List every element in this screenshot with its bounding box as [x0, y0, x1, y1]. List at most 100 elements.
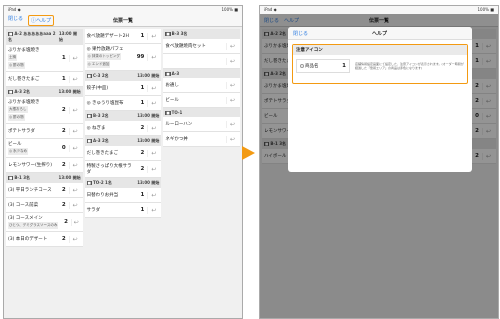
- item-name: お通し: [165, 83, 179, 88]
- undo-icon[interactable]: ↩: [147, 53, 159, 61]
- order-item[interactable]: お通し ↩: [163, 78, 241, 93]
- item-name-wrap: ◎ ねぎま: [87, 125, 133, 131]
- table-label-wrap: ■ A-3 2名: [86, 138, 109, 144]
- undo-icon[interactable]: ↩: [68, 186, 81, 194]
- status-bar: iPad ◆ 100% ■: [4, 6, 242, 14]
- order-item[interactable]: ◎ きゅうり塩昆布 1 ↩: [84, 96, 162, 111]
- help-button[interactable]: ⓘヘルプ: [28, 14, 55, 26]
- undo-icon[interactable]: ↩: [68, 75, 81, 83]
- order-item[interactable]: 日替わりお弁当 1 ↩: [84, 188, 162, 203]
- undo-icon[interactable]: ↩: [147, 32, 159, 40]
- undo-icon[interactable]: ↩: [226, 57, 238, 65]
- undo-icon[interactable]: ↩: [147, 191, 159, 199]
- order-item[interactable]: だし巻きたまご 2 ↩: [84, 146, 162, 161]
- item-qty: 0: [61, 145, 66, 151]
- status-left-right: iPad ◆: [264, 7, 277, 12]
- item-qty: 1: [140, 192, 145, 198]
- order-item[interactable]: ビール ◎ 氷少なめ 0 ↩: [6, 139, 83, 158]
- order-item[interactable]: (3) コースメイン ひとつ、デミグラスソースのみ 2 ↩: [6, 213, 83, 232]
- undo-icon[interactable]: ↩: [226, 120, 238, 128]
- start-time: 13:00 開始: [137, 73, 160, 78]
- order-item[interactable]: ◎ 果竹放題パフェ ◎ 抹茶のトッピング ◎ エンド追加 99 ↩: [84, 44, 162, 71]
- item-name-wrap: ルーローハン: [165, 121, 211, 127]
- item-qty: 1: [61, 55, 66, 61]
- undo-icon[interactable]: ↩: [68, 235, 81, 243]
- item-name-wrap: 食べ放題焼肉セット: [165, 43, 211, 49]
- item-name-wrap: 食べ放題デザート2H: [87, 33, 133, 39]
- order-item[interactable]: レモンサワー(生搾り) 2 ↩: [6, 158, 83, 173]
- undo-icon[interactable]: ↩: [68, 106, 81, 114]
- undo-icon[interactable]: ↩: [226, 42, 238, 50]
- order-item[interactable]: 特製さっぱり大根サラダ 2 ↩: [84, 161, 162, 178]
- modal-close-button[interactable]: 閉じる: [293, 30, 308, 37]
- undo-icon[interactable]: ↩: [147, 206, 159, 214]
- order-item[interactable]: 餃子(中皿) 1 ↩: [84, 81, 162, 96]
- item-name: だし巻きたまご: [8, 77, 40, 82]
- order-item[interactable]: (3) コース前菜 2 ↩: [6, 198, 83, 213]
- undo-icon[interactable]: ↩: [68, 127, 81, 135]
- guest-count: 2名: [23, 89, 31, 94]
- table-label: A-3: [92, 138, 101, 143]
- order-item[interactable]: 食べ放題焼肉セット ↩: [163, 39, 241, 54]
- undo-icon[interactable]: ↩: [147, 124, 159, 132]
- order-item[interactable]: ビール ↩: [163, 93, 241, 108]
- item-qty: 1: [140, 100, 145, 106]
- guest-count: 3名: [180, 31, 188, 36]
- item-name: レモンサワー(生搾り): [8, 163, 53, 168]
- order-item[interactable]: だし巻きたまご 1 ↩: [6, 72, 83, 87]
- start-time: 13:00 開始: [137, 138, 160, 143]
- start-time: 13:00 開始: [58, 175, 81, 180]
- undo-icon[interactable]: ↩: [147, 149, 159, 157]
- order-item[interactable]: 食べ放題デザート2H 1 ↩: [84, 29, 162, 44]
- table-header: ■ C-3 2名 13:00 開始: [84, 71, 162, 81]
- item-qty: 2: [140, 166, 145, 172]
- order-item[interactable]: ◎ ねぎま 2 ↩: [84, 121, 162, 136]
- table-icon: ■: [86, 114, 92, 118]
- help-modal: 閉じる ヘルプ 注意アイコン 商品名 1 店舗情報設定画面にて設定した、注意アイ…: [288, 27, 472, 172]
- section-description: 店舗情報設定画面にて設定した、注意アイコンが表示されます。(オーダー時間が経過し…: [355, 61, 464, 70]
- table-label: C-3: [92, 73, 101, 78]
- item-name-wrap: 日替わりお弁当: [87, 192, 133, 198]
- order-column-3: ■ B-3 3名 食べ放題焼肉セット ↩ ↩ ■ A-3 お通し ↩ ビール ↩ ■ TO-1 ルーロ…: [163, 29, 241, 317]
- order-item[interactable]: ↩: [163, 54, 241, 69]
- undo-icon[interactable]: ↩: [68, 54, 81, 62]
- order-item[interactable]: ネギかつ丼 ↩: [163, 132, 241, 147]
- status-left: iPad ◆: [8, 7, 21, 12]
- order-item[interactable]: サラダ 1 ↩: [84, 203, 162, 218]
- undo-icon[interactable]: ↩: [68, 201, 81, 209]
- example-item-qty: 1: [342, 63, 346, 69]
- undo-icon[interactable]: ↩: [147, 84, 159, 92]
- table-label: TO-2: [92, 180, 104, 185]
- order-item[interactable]: ぶりかま塩焼き 土鍋 ◎ 酢の物 1 ↩: [6, 45, 83, 72]
- order-item[interactable]: (3) 本日のデザート 2 ↩: [6, 232, 83, 247]
- close-button[interactable]: 閉じる: [8, 15, 23, 26]
- table-label-wrap: ■ B-3 3名: [165, 31, 187, 37]
- table-icon: ■: [165, 72, 171, 76]
- order-item[interactable]: ルーローハン ↩: [163, 117, 241, 132]
- table-label: A-2 あああああaaa: [14, 31, 52, 36]
- undo-icon[interactable]: ↩: [147, 165, 159, 173]
- table-label: B-3: [92, 113, 101, 118]
- undo-icon[interactable]: ↩: [68, 161, 81, 169]
- order-item[interactable]: (3) 平日ランチコース 2 ↩: [6, 183, 83, 198]
- undo-icon[interactable]: ↩: [226, 135, 238, 143]
- caution-icon-section: 注意アイコン 商品名 1 店舗情報設定画面にて設定した、注意アイコンが表示されま…: [292, 44, 468, 84]
- table-header: ■ B-3 2名 13:00 開始: [84, 111, 162, 121]
- modal-nav: 閉じる ヘルプ: [288, 27, 472, 40]
- table-header: ■ A-3: [163, 69, 241, 78]
- table-label-wrap: ■ A-3 2名: [8, 89, 30, 95]
- undo-icon[interactable]: ↩: [70, 218, 81, 226]
- order-item[interactable]: ぶりかま塩焼き 大根おろし ◎ 酢の物 2 ↩: [6, 97, 83, 124]
- item-name-wrap: ビール ◎ 氷少なめ: [8, 141, 54, 155]
- item-tag: ◎ 氷少なめ: [8, 148, 29, 155]
- undo-icon[interactable]: ↩: [226, 96, 238, 104]
- order-item[interactable]: ポテトサラダ 2 ↩: [6, 124, 83, 139]
- undo-icon[interactable]: ↩: [226, 81, 238, 89]
- table-header: ■ TO-2 1名 13:00 開始: [84, 178, 162, 188]
- undo-icon[interactable]: ↩: [68, 144, 81, 152]
- item-name-wrap: (3) 平日ランチコース: [8, 187, 54, 193]
- table-header: ■ B-3 3名: [163, 29, 241, 39]
- undo-icon[interactable]: ↩: [147, 99, 159, 107]
- item-name: (3) コース前菜: [8, 203, 39, 208]
- item-tag: 土鍋: [8, 54, 17, 61]
